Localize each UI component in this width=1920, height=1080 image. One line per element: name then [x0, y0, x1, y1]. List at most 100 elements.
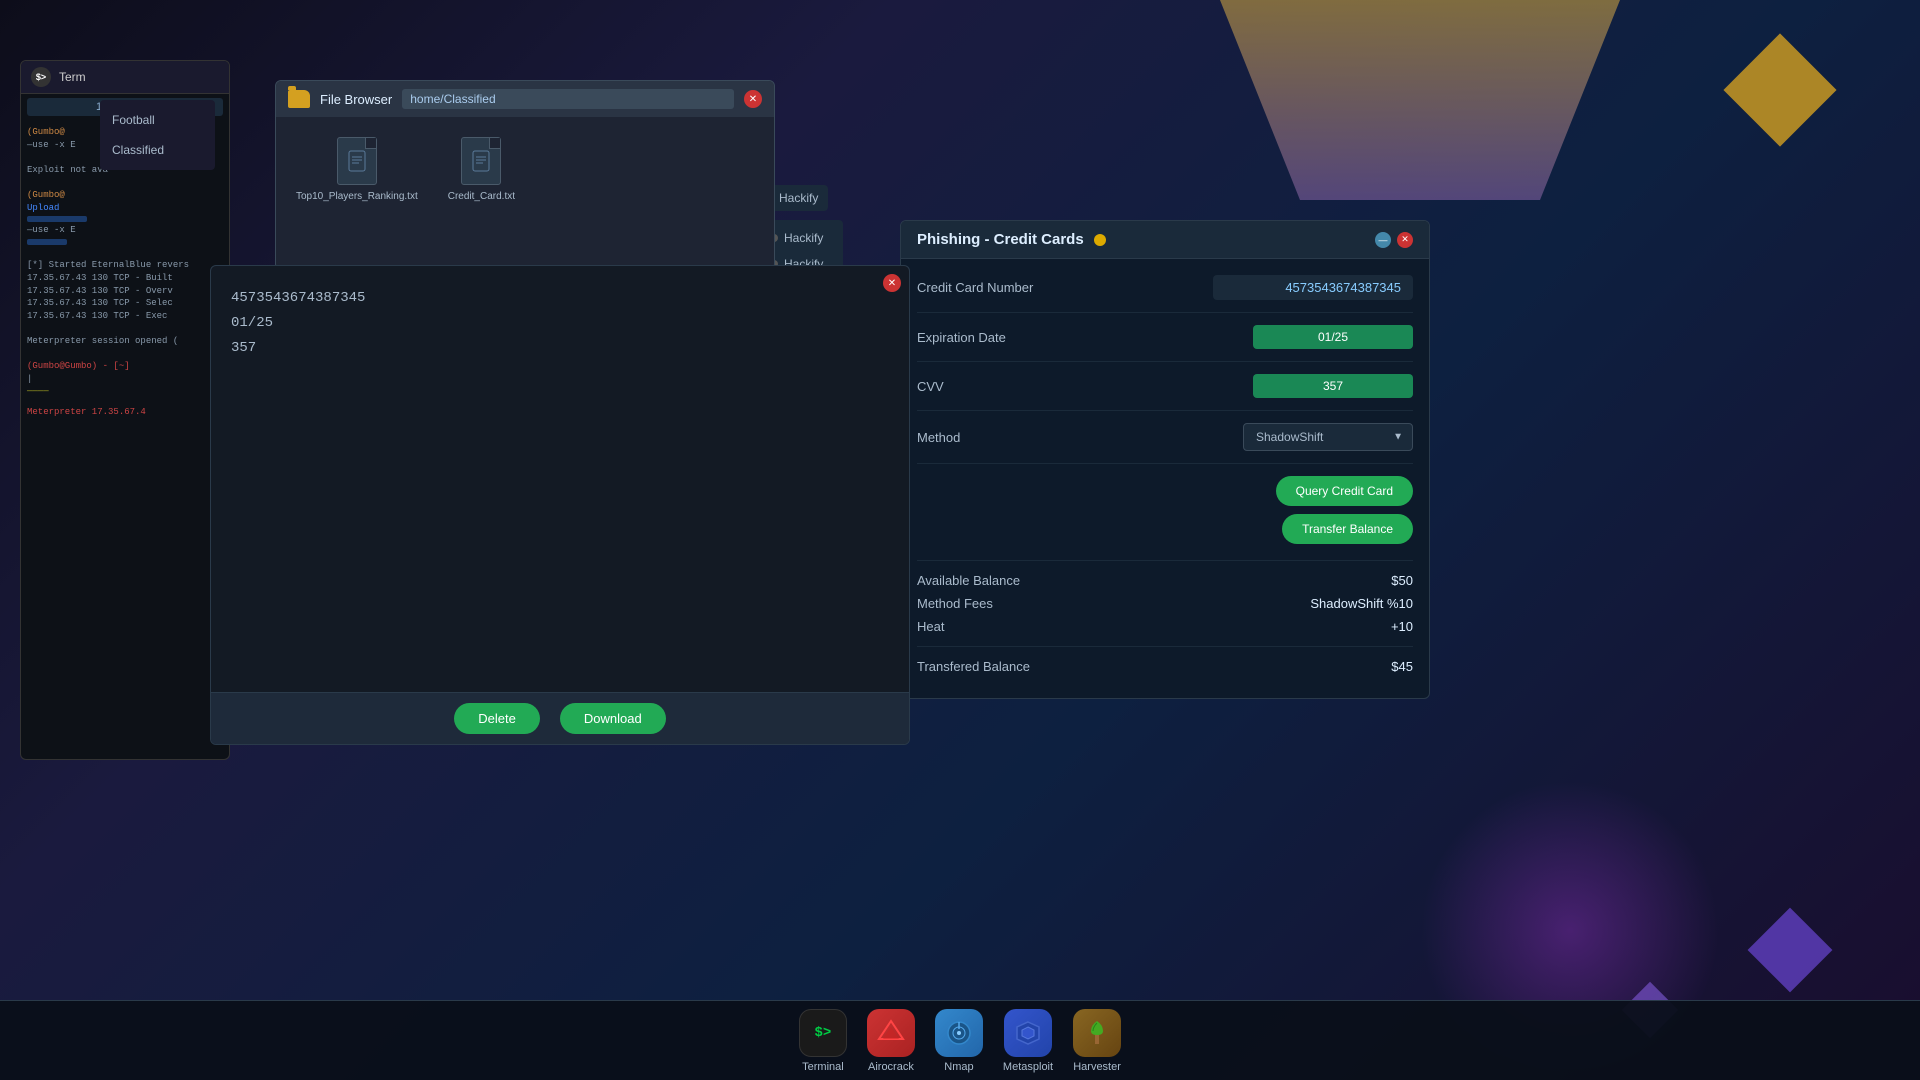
- folder-icon: [288, 90, 310, 108]
- hackify-panel-body: Credit Card Number 4573543674387345 Expi…: [901, 259, 1429, 698]
- wallpaper-deco-3: [1748, 908, 1833, 993]
- file-browser-window: File Browser ✕ Top10_Players_Ranking.txt…: [275, 80, 775, 270]
- terminal-line: [27, 247, 223, 260]
- terminal-line: ————: [27, 385, 223, 398]
- wallpaper-deco-2: [1723, 33, 1836, 146]
- sidebar-item-football[interactable]: Football: [100, 105, 215, 135]
- window-controls: — ✕: [1375, 232, 1413, 248]
- nmap-taskbar-icon: [935, 1009, 983, 1057]
- method-fees-label: Method Fees: [917, 596, 993, 611]
- terminal-line: 17.35.67.43 130 TCP - Built: [27, 272, 223, 285]
- file-name-creditcard: Credit_Card.txt: [448, 191, 515, 202]
- sidebar-item-classified[interactable]: Classified: [100, 135, 215, 165]
- cvv-label: CVV: [917, 379, 1057, 394]
- taskbar-label-nmap: Nmap: [944, 1061, 973, 1073]
- taskbar-label-metasploit: Metasploit: [1003, 1061, 1053, 1073]
- taskbar-item-airocrack[interactable]: Airocrack: [867, 1009, 915, 1073]
- transfer-balance-button[interactable]: Transfer Balance: [1282, 514, 1413, 544]
- hackify-nav-label: Hackify: [779, 191, 818, 205]
- minimize-button[interactable]: —: [1375, 232, 1391, 248]
- cvv-value: 357: [1253, 374, 1413, 398]
- terminal-line: 17.35.67.43 130 TCP - Exec: [27, 310, 223, 323]
- file-viewer-close-button[interactable]: ✕: [883, 274, 901, 292]
- panel-title: Phishing - Credit Cards: [917, 231, 1084, 248]
- terminal-title-1: Term: [59, 70, 86, 84]
- hackify-panel-titlebar: Phishing - Credit Cards — ✕: [901, 221, 1429, 259]
- taskbar-label-airocrack: Airocrack: [868, 1061, 914, 1073]
- method-select-wrapper: ShadowShift DirectTransfer CryptoMix ▼: [1243, 423, 1413, 451]
- terminal-icon-1: $>: [31, 67, 51, 87]
- sidebar-navigation: Football Classified: [100, 100, 215, 170]
- hackify-phishing-panel: Phishing - Credit Cards — ✕ Credit Card …: [900, 220, 1430, 699]
- download-button[interactable]: Download: [560, 703, 666, 734]
- expiry-value: 01/25: [1253, 325, 1413, 349]
- airocrack-taskbar-icon: [867, 1009, 915, 1057]
- terminal-line: [27, 239, 67, 245]
- transferred-balance-value: $45: [1391, 659, 1413, 674]
- credit-card-value: 4573543674387345: [1213, 275, 1413, 300]
- file-browser-close-button[interactable]: ✕: [744, 90, 762, 108]
- terminal-line: |: [27, 373, 223, 386]
- file-browser-title: File Browser: [320, 92, 392, 107]
- info-section: Available Balance $50 Method Fees Shadow…: [917, 560, 1413, 674]
- file-browser-content: Top10_Players_Ranking.txt Credit_Card.tx…: [276, 117, 774, 222]
- method-label: Method: [917, 430, 1057, 445]
- wallpaper-deco-1: [1220, 0, 1620, 200]
- credit-card-field-row: Credit Card Number 4573543674387345: [917, 275, 1413, 313]
- terminal-line: (Gumbo@: [27, 189, 223, 202]
- method-fees-row: Method Fees ShadowShift %10: [917, 596, 1413, 611]
- file-viewer-footer: Delete Download: [211, 692, 909, 744]
- terminal-line: —use -x E: [27, 224, 223, 237]
- transferred-balance-label: Transfered Balance: [917, 659, 1030, 674]
- terminal-line: 17.35.67.43 130 TCP - Selec: [27, 297, 223, 310]
- terminal-line: [27, 176, 223, 189]
- query-credit-card-button[interactable]: Query Credit Card: [1276, 476, 1413, 506]
- taskbar-item-terminal[interactable]: $> Terminal: [799, 1009, 847, 1073]
- file-viewer-content: 4573543674387345 01/25 357: [211, 266, 909, 692]
- cvv-line: 357: [231, 336, 889, 361]
- terminal-titlebar-1: $> Term: [21, 61, 229, 94]
- delete-button[interactable]: Delete: [454, 703, 540, 734]
- terminal-line: [27, 216, 87, 222]
- taskbar-item-harvester[interactable]: Harvester: [1073, 1009, 1121, 1073]
- taskbar-label-terminal: Terminal: [802, 1061, 844, 1073]
- available-balance-value: $50: [1391, 573, 1413, 588]
- file-item-creditcard[interactable]: Credit_Card.txt: [448, 137, 515, 202]
- metasploit-taskbar-icon: [1004, 1009, 1052, 1057]
- method-select[interactable]: ShadowShift DirectTransfer CryptoMix: [1243, 423, 1413, 451]
- panel-close-button[interactable]: ✕: [1397, 232, 1413, 248]
- expiry-field-row: Expiration Date 01/25: [917, 325, 1413, 362]
- panel-status-dot: [1094, 234, 1106, 246]
- terminal-line: (Gumbo@Gumbo) - [~]: [27, 360, 223, 373]
- available-balance-row: Available Balance $50: [917, 573, 1413, 588]
- hackify-nav-label-1: Hackify: [784, 231, 823, 245]
- expiry-label: Expiration Date: [917, 330, 1057, 345]
- file-browser-path-input[interactable]: [402, 89, 734, 109]
- heat-row: Heat +10: [917, 619, 1413, 634]
- credit-card-label: Credit Card Number: [917, 280, 1057, 295]
- taskbar: $> Terminal Airocrack Nmap Metasploit Ha…: [0, 1000, 1920, 1080]
- expiry-date-line: 01/25: [231, 311, 889, 336]
- method-field-row: Method ShadowShift DirectTransfer Crypto…: [917, 423, 1413, 464]
- method-fees-value: ShadowShift %10: [1310, 596, 1413, 611]
- transferred-balance-row: Transfered Balance $45: [917, 646, 1413, 674]
- available-balance-label: Available Balance: [917, 573, 1020, 588]
- file-browser-titlebar: File Browser ✕: [276, 81, 774, 117]
- terminal-line: [27, 322, 223, 335]
- taskbar-item-metasploit[interactable]: Metasploit: [1003, 1009, 1053, 1073]
- file-name-top10: Top10_Players_Ranking.txt: [296, 191, 418, 202]
- file-item-top10[interactable]: Top10_Players_Ranking.txt: [296, 137, 418, 202]
- file-icon-txt: [337, 137, 377, 185]
- action-buttons: Query Credit Card Transfer Balance: [917, 476, 1413, 544]
- cvv-field-row: CVV 357: [917, 374, 1413, 411]
- taskbar-label-harvester: Harvester: [1073, 1061, 1121, 1073]
- taskbar-item-nmap[interactable]: Nmap: [935, 1009, 983, 1073]
- terminal-line: [*] Started EternalBlue revers: [27, 259, 223, 272]
- terminal-meterpreter: Meterpreter 17.35.67.4: [27, 406, 223, 419]
- terminal-line: 17.35.67.43 130 TCP - Overv: [27, 285, 223, 298]
- terminal-line: Upload: [27, 202, 223, 215]
- credit-card-number-line: 4573543674387345: [231, 286, 889, 311]
- heat-label: Heat: [917, 619, 944, 634]
- terminal-taskbar-icon: $>: [799, 1009, 847, 1057]
- file-icon-creditcard: [461, 137, 501, 185]
